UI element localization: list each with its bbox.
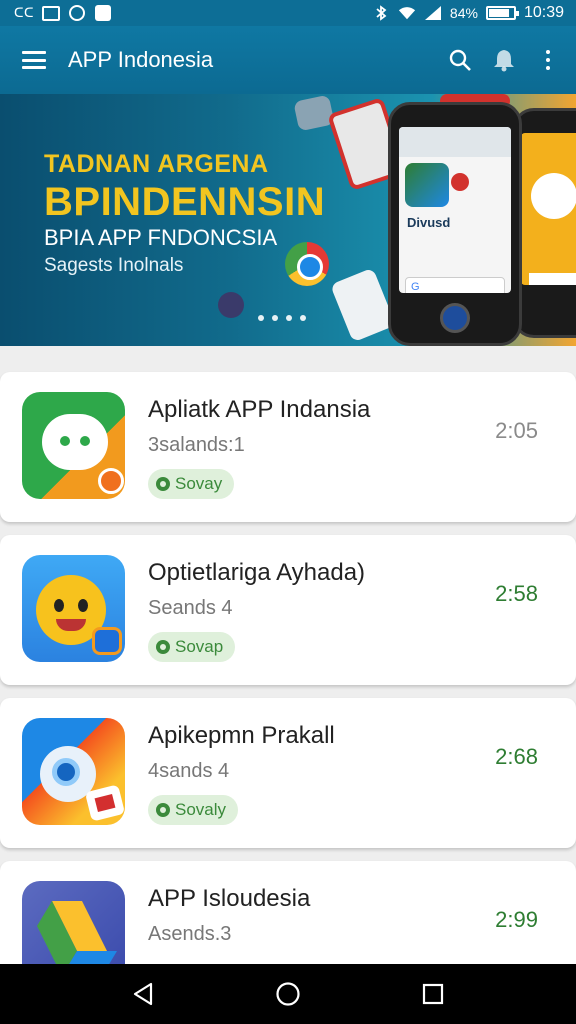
banner-caption: Sagests Inolnals	[44, 255, 184, 276]
decor-card-icon	[293, 94, 335, 132]
parrot-icon	[22, 718, 125, 825]
status-bar-left: ᑕᑕ	[14, 5, 112, 21]
carousel-dot[interactable]	[286, 315, 292, 321]
chat-bubble-icon	[22, 392, 125, 499]
banner-headline-2: BPINDENNSIN	[44, 180, 326, 224]
status-time: 10:39	[523, 4, 564, 21]
app-card[interactable]: Apliatk APP Indansia 3salands:1 Sovay 2:…	[0, 372, 576, 522]
phone-search-bar: G	[405, 277, 505, 293]
promo-banner[interactable]: TADNAN ARGENA BPINDENNSIN BPIA APP FNDON…	[0, 94, 576, 346]
app-time: 2:05	[495, 418, 538, 443]
app-subtitle: Asends.3	[148, 923, 232, 945]
search-icon[interactable]	[438, 38, 482, 82]
system-nav-bar	[0, 964, 576, 1024]
carousel-dot[interactable]	[258, 315, 264, 321]
gear-icon	[156, 640, 170, 654]
phone-illustration-front: Divusd G	[388, 102, 522, 346]
bluetooth-icon	[372, 5, 390, 21]
app-time: 2:99	[495, 907, 538, 932]
app-name: Apliatk APP Indansia	[148, 396, 371, 423]
wifi-icon	[398, 5, 416, 21]
phone-home-button-icon	[440, 303, 470, 333]
bell-icon[interactable]	[482, 38, 526, 82]
recents-icon[interactable]	[409, 970, 457, 1018]
carousel-dot[interactable]	[272, 315, 278, 321]
status-badge[interactable]: Sovap	[148, 632, 236, 662]
carousel-indicator[interactable]	[258, 315, 306, 321]
app-card[interactable]: Apikepmn Prakall 4sands 4 Sovaly 2:68	[0, 698, 576, 848]
app-name: Apikepmn Prakall	[148, 722, 335, 749]
app-name: Optietlariga Ayhada)	[148, 559, 366, 586]
status-badge[interactable]: Sovaly	[148, 795, 239, 825]
compass-icon	[68, 5, 86, 21]
gear-icon	[156, 803, 170, 817]
play-store-icon	[218, 292, 244, 318]
decor-card-icon	[330, 267, 396, 343]
app-subtitle: 4sands 4	[148, 760, 230, 782]
phone-label: Divusd	[407, 215, 451, 230]
signal-icon	[424, 5, 442, 21]
banner-headline-1: TADNAN ARGENA	[44, 150, 269, 178]
status-badge[interactable]: Sovay	[148, 469, 235, 499]
status-bar-right: 84% 10:39	[372, 4, 564, 22]
app-icon-illustration	[405, 163, 449, 207]
app-subtitle: 3salands:1	[148, 434, 245, 456]
app-time: 2:58	[495, 581, 538, 606]
battery-percent: 84%	[449, 5, 478, 21]
app-time: 2:68	[495, 744, 538, 769]
menu-icon[interactable]	[22, 51, 46, 69]
app-subtitle: Seands 4	[148, 597, 233, 619]
app-name: APP Isloudesia	[148, 885, 311, 912]
home-icon[interactable]	[264, 970, 312, 1018]
battery-icon	[485, 6, 519, 20]
app-notification-icon	[94, 5, 112, 21]
smiley-icon	[22, 555, 125, 662]
more-vert-icon[interactable]	[526, 38, 570, 82]
image-icon	[41, 5, 60, 21]
app-bar: APP Indonesia	[0, 26, 576, 94]
back-icon[interactable]	[119, 970, 167, 1018]
app-card[interactable]: Optietlariga Ayhada) Seands 4 Sovap 2:58	[0, 535, 576, 685]
status-bar: ᑕᑕ 84% 10:39	[0, 0, 576, 26]
status-notification-text: ᑕᑕ	[14, 5, 34, 20]
banner-subtitle: BPIA APP FNDONCSIA	[44, 225, 278, 250]
gear-icon	[156, 477, 170, 491]
carousel-dot[interactable]	[300, 315, 306, 321]
app-title: APP Indonesia	[68, 47, 214, 72]
chrome-icon	[285, 242, 329, 286]
